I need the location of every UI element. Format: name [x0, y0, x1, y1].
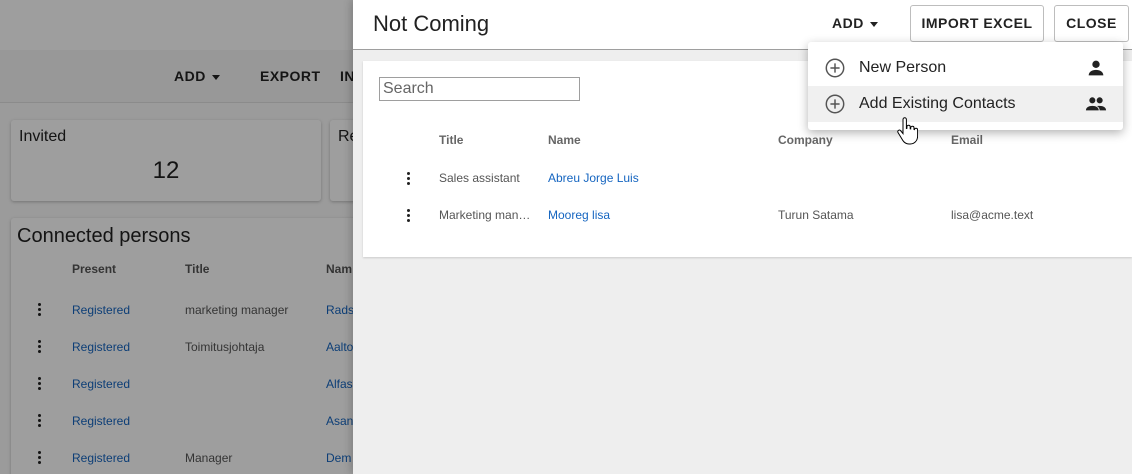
person-name-link[interactable]: Abreu Jorge Luis	[548, 171, 639, 185]
close-button[interactable]: CLOSE	[1054, 5, 1129, 42]
person-email: lisa@acme.text	[951, 208, 1034, 222]
search-input[interactable]	[379, 77, 580, 101]
person-name-link[interactable]: Mooreg lisa	[548, 208, 610, 222]
drawer-title: Not Coming	[373, 11, 490, 36]
menu-item-label: New Person	[859, 59, 947, 76]
hand-cursor-icon	[897, 117, 918, 145]
add-circle-outline-icon	[825, 94, 845, 114]
menu-item-label: Add Existing Contacts	[859, 95, 1016, 112]
column-header-title[interactable]: Title	[439, 133, 463, 147]
column-header-email[interactable]: Email	[951, 133, 983, 147]
person-icon	[1088, 60, 1104, 76]
add-circle-outline-icon	[825, 58, 845, 78]
more-vert-icon[interactable]	[405, 209, 411, 223]
menu-item-new-person[interactable]: New Person	[808, 50, 1123, 86]
person-title: Marketing manager	[439, 208, 534, 222]
import-excel-button[interactable]: IMPORT EXCEL	[910, 5, 1044, 42]
table-row[interactable]: Sales assistant Abreu Jorge Luis	[363, 164, 1132, 201]
table-row[interactable]: Marketing manager Mooreg lisa Turun Sata…	[363, 201, 1132, 238]
column-header-name[interactable]: Name	[548, 133, 581, 147]
menu-item-add-existing-contacts[interactable]: Add Existing Contacts	[808, 86, 1123, 122]
add-dropdown-menu: New Person Add Existing Contacts	[808, 42, 1123, 130]
person-title: Sales assistant	[439, 171, 520, 185]
add-dropdown-button[interactable]: ADD	[820, 6, 890, 40]
column-header-company[interactable]: Company	[778, 133, 833, 147]
caret-down-icon	[869, 21, 878, 27]
person-company: Turun Satama	[778, 208, 854, 222]
people-icon	[1085, 97, 1107, 111]
more-vert-icon[interactable]	[405, 172, 411, 186]
